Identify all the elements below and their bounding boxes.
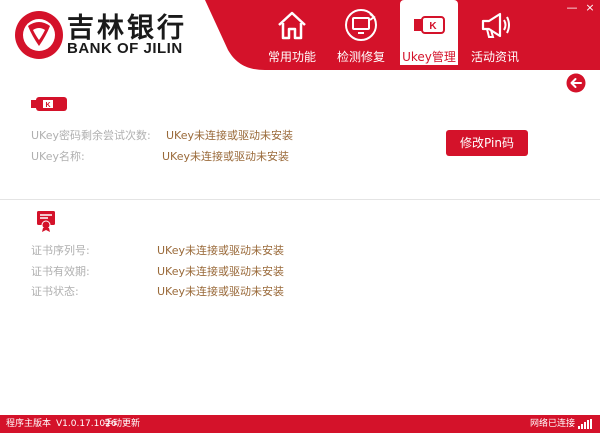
tab-label: 活动资讯 [470,50,519,64]
tab-label: 常用功能 [267,50,316,64]
brand-name-en: BANK OF JILIN [67,40,183,57]
pin-attempts-value: UKey未连接或驱动未安装 [166,129,293,142]
active-tab-indicator [400,65,458,70]
version-label: 程序主版本 [6,419,52,429]
cert-validity-label: 证书有效期: [31,265,90,278]
signal-strength-icon [578,419,592,429]
manual-update-link[interactable]: 手动更新 [104,415,140,433]
status-bar: 程序主版本 V1.0.17.1026 手动更新 网络已连接 [0,415,600,433]
minimize-button[interactable]: — [566,2,578,14]
section-divider [0,199,600,200]
tab-detect-repair[interactable]: 检测修复 [332,0,390,70]
tab-label: 检测修复 [336,50,385,64]
change-pin-button[interactable]: 修改Pin码 [446,130,528,156]
ukey-icon: K [414,16,445,34]
back-arrow-icon[interactable] [566,73,586,93]
pin-attempts-label: UKey密码剩余尝试次数: [31,129,151,142]
cert-validity-value: UKey未连接或驱动未安装 [157,265,284,278]
tab-label: Ukey管理 [402,50,456,64]
svg-text:K: K [429,21,437,32]
home-icon [278,11,306,40]
svg-text:K: K [45,102,50,109]
megaphone-icon [481,12,510,38]
cert-serial-value: UKey未连接或驱动未安装 [157,244,284,257]
ukey-name-label: UKey名称: [31,150,85,163]
ukey-device-icon: K [31,97,67,111]
tab-ukey-management[interactable]: K Ukey管理 [400,0,458,70]
tab-activity-news[interactable]: 活动资讯 [466,0,524,70]
cert-status-value: UKey未连接或驱动未安装 [157,285,284,298]
cert-serial-label: 证书序列号: [31,244,90,257]
tab-common-functions[interactable]: 常用功能 [263,0,321,70]
app-header: 吉林银行 BANK OF JILIN 常用功能 检测修复 K Ukey管理 活动… [0,0,600,70]
network-status: 网络已连接 [530,419,576,429]
cert-status-label: 证书状态: [31,285,79,298]
certificate-icon [37,211,55,232]
close-button[interactable]: × [584,2,596,14]
ukey-name-value: UKey未连接或驱动未安装 [162,150,289,163]
bank-logo-icon [15,11,63,59]
monitor-refresh-icon [345,9,377,41]
